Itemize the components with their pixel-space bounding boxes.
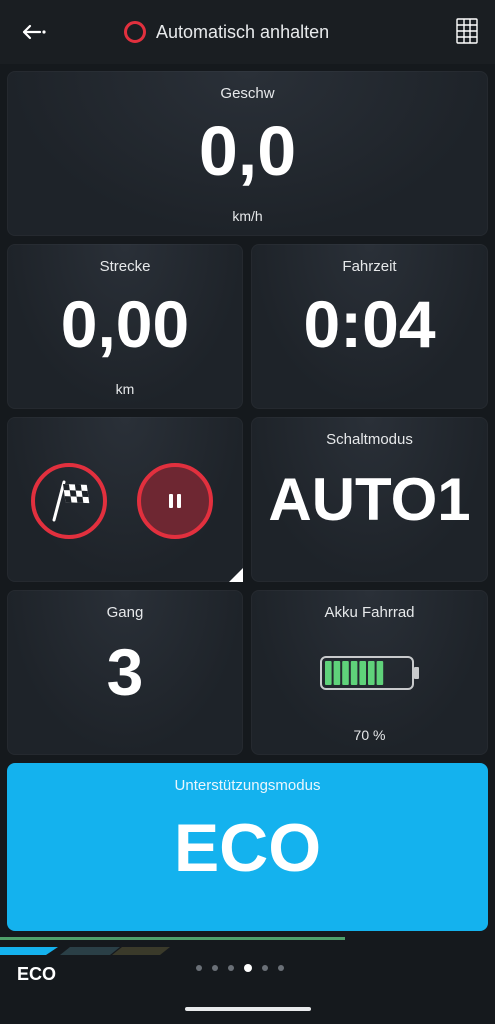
- battery-percent: 70 %: [353, 727, 386, 743]
- assist-graph-icon: [0, 947, 170, 955]
- assist-mode-tile[interactable]: Unterstützungsmodus ECO: [7, 763, 488, 931]
- page-indicator[interactable]: [196, 964, 284, 972]
- battery-icon: [320, 656, 419, 690]
- pause-icon: [169, 494, 181, 508]
- battery-segment: [376, 661, 384, 685]
- gear-tile[interactable]: Gang 3: [7, 590, 243, 755]
- page-dot[interactable]: [196, 965, 202, 971]
- controls-tile: [7, 417, 243, 582]
- shift-mode-value: AUTO1: [268, 466, 471, 533]
- battery-tile[interactable]: Akku Fahrrad 70 %: [251, 590, 488, 755]
- footer-mode: ECO: [17, 964, 57, 984]
- shift-mode-tile[interactable]: Schaltmodus AUTO1: [251, 417, 488, 582]
- page-dot[interactable]: [228, 965, 234, 971]
- ride-time-label: Fahrzeit: [342, 258, 397, 275]
- page-dot[interactable]: [212, 965, 218, 971]
- battery-segment: [342, 661, 349, 685]
- finish-ride-button[interactable]: [31, 463, 107, 539]
- speed-value: 0,0: [198, 112, 297, 190]
- speed-unit: km/h: [232, 208, 263, 224]
- grid-layout-icon[interactable]: [456, 18, 478, 44]
- battery-segment: [350, 661, 358, 685]
- distance-value: 0,00: [60, 287, 190, 361]
- assist-mode-value: ECO: [173, 810, 322, 886]
- assist-mode-label: Unterstützungsmodus: [174, 777, 321, 794]
- battery-segment: [359, 661, 366, 685]
- home-indicator[interactable]: [185, 1007, 311, 1011]
- battery-segment: [333, 661, 341, 685]
- battery-segment: [368, 661, 375, 685]
- shift-mode-label: Schaltmodus: [326, 431, 413, 448]
- distance-tile[interactable]: Strecke 0,00 km: [7, 244, 243, 409]
- speed-label: Geschw: [220, 85, 275, 102]
- assist-level-bar: [0, 937, 345, 940]
- page-dot-active[interactable]: [244, 964, 252, 972]
- gear-value: 3: [106, 635, 144, 709]
- battery-label: Akku Fahrrad: [324, 604, 415, 621]
- page-title: Automatisch anhalten: [156, 21, 330, 42]
- distance-label: Strecke: [99, 258, 151, 275]
- page-dot[interactable]: [278, 965, 284, 971]
- distance-unit: km: [115, 381, 135, 397]
- back-arrow-icon[interactable]: [20, 18, 48, 46]
- corner-indicator: [229, 568, 243, 582]
- battery-segment: [325, 661, 332, 685]
- auto-stop-title[interactable]: Automatisch anhalten: [124, 18, 329, 46]
- gear-label: Gang: [106, 604, 144, 621]
- top-bar: Automatisch anhalten: [0, 0, 495, 64]
- ride-time-tile[interactable]: Fahrzeit 0:04: [251, 244, 488, 409]
- ride-time-value: 0:04: [303, 287, 436, 361]
- page-dot[interactable]: [262, 965, 268, 971]
- pause-button[interactable]: [137, 463, 213, 539]
- red-ring-icon: [124, 21, 146, 43]
- checkered-flag-icon: [52, 480, 90, 522]
- speed-tile[interactable]: Geschw 0,0 km/h: [7, 71, 488, 236]
